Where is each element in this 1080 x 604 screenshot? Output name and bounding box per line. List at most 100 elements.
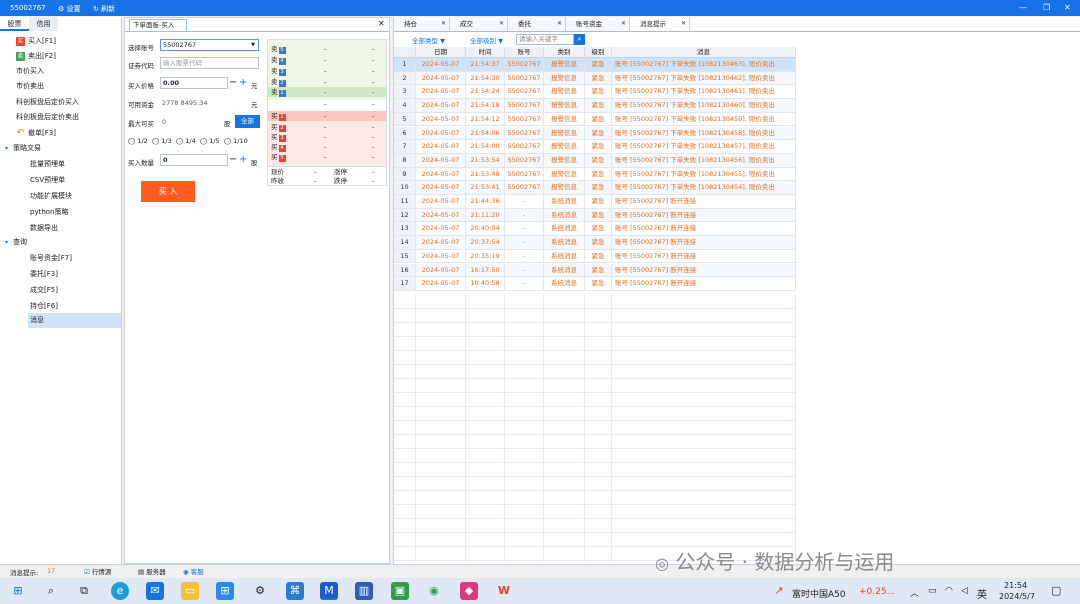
menu-python[interactable]: python策略 xyxy=(30,205,69,220)
menu-star-after-buy[interactable]: 科创板盘后定价买入 xyxy=(16,95,79,110)
tab-orders[interactable]: 委托 ✕ xyxy=(508,17,566,31)
col-header-category[interactable]: 类别 xyxy=(544,47,585,58)
col-header-account[interactable]: 账号 xyxy=(505,47,544,58)
group-strategy[interactable]: ▾ 策略交易 xyxy=(5,141,41,156)
cell-msg: 账号 [55002767] 断开连接 xyxy=(612,222,796,237)
fraction-third[interactable]: ◯ 1/3 xyxy=(152,137,172,145)
cell-no: 10 xyxy=(394,181,416,195)
qty-input[interactable]: 0 xyxy=(160,154,228,166)
chevron-up-icon[interactable]: ︿ xyxy=(910,586,919,599)
plus-icon[interactable]: + xyxy=(239,154,247,165)
service-button[interactable]: ◉ 客服 xyxy=(183,566,204,576)
menu-positions[interactable]: 持仓[F6] xyxy=(30,299,58,314)
fraction-tenth[interactable]: ◯ 1/10 xyxy=(224,137,248,145)
minus-icon[interactable]: − xyxy=(229,154,237,165)
menu-extensions[interactable]: 功能扩展模块 xyxy=(30,189,72,204)
fraction-quarter[interactable]: ◯ 1/4 xyxy=(176,137,196,145)
close-icon[interactable]: ✕ xyxy=(681,17,686,31)
menu-market-buy[interactable]: 市价买入 xyxy=(16,64,44,79)
clock-date[interactable]: 2024/5/7 xyxy=(999,592,1035,601)
col-header-level[interactable]: 级别 xyxy=(585,47,612,58)
tab-messages[interactable]: 消息提示 ✕ xyxy=(630,17,690,31)
video-app-icon[interactable]: ◆ xyxy=(460,582,478,600)
close-icon[interactable]: ✕ xyxy=(557,17,562,31)
col-header-date[interactable]: 日期 xyxy=(416,47,466,58)
plus-icon[interactable]: + xyxy=(239,77,247,88)
minus-icon[interactable]: − xyxy=(229,77,237,88)
settings-button[interactable]: ⚙ 设置 xyxy=(58,4,81,14)
menu-cancel[interactable]: ↶ 撤单[F3] xyxy=(16,126,56,141)
terminal-icon[interactable]: ▣ xyxy=(391,582,409,600)
cell-acct: 55002767 xyxy=(505,153,544,168)
menu-star-after-sell[interactable]: 科创板盘后定价卖出 xyxy=(16,110,79,125)
wifi-icon[interactable]: ◠ xyxy=(945,586,953,596)
close-icon[interactable]: ✕ xyxy=(499,17,504,31)
ime-indicator[interactable]: 英 xyxy=(977,586,987,601)
settings-gear-icon[interactable]: ⚙ xyxy=(251,582,269,600)
close-icon[interactable]: ✕ xyxy=(1064,3,1071,12)
wechat-icon: ◎ xyxy=(655,554,669,573)
fraction-half[interactable]: ◯ 1/2 xyxy=(128,137,148,145)
search-icon[interactable]: ⌕ xyxy=(574,34,585,45)
search-input[interactable]: 请输入关键字 xyxy=(516,34,574,45)
vscode-icon[interactable]: ⌘ xyxy=(286,582,304,600)
restore-icon[interactable]: ❐ xyxy=(1043,3,1050,12)
filter-level[interactable]: 全部级别 ▼ xyxy=(470,35,503,45)
quote-source-button[interactable]: ☑ 行情源 xyxy=(84,566,111,576)
price-input[interactable]: 0.00 xyxy=(160,77,228,89)
menu-buy[interactable]: 买买入[F1] xyxy=(16,34,56,49)
quote-mid: -- xyxy=(324,100,375,108)
code-input[interactable]: 输入股票代码 xyxy=(160,57,259,69)
windows-start-icon[interactable]: ⊞ xyxy=(9,582,27,600)
cell-msg: 账号 [55002767] 下单失败 [1082130458], 限价卖出 xyxy=(612,126,796,141)
tab-credit[interactable]: 信用 xyxy=(29,17,58,31)
notebook-icon[interactable]: ▥ xyxy=(355,582,373,600)
tab-stock[interactable]: 股票 xyxy=(0,17,29,31)
tab-positions[interactable]: 持仓 ✕ xyxy=(394,17,450,31)
menu-batch-order[interactable]: 批量预埋单 xyxy=(30,157,65,172)
cell-no: 5 xyxy=(394,112,416,127)
store-icon[interactable]: ⊞ xyxy=(216,582,234,600)
filter-type[interactable]: 全部类型 ▼ xyxy=(412,35,445,45)
tab-order-buy[interactable]: 下单面板-买入 xyxy=(129,19,187,31)
menu-trades[interactable]: 成交[F5] xyxy=(30,283,58,298)
menu-export[interactable]: 数据导出 xyxy=(30,221,58,236)
battery-icon[interactable]: ▭ xyxy=(928,586,937,596)
trading-app-icon[interactable]: M xyxy=(320,582,338,600)
menu-csv-order[interactable]: CSV预埋单 xyxy=(30,173,65,188)
cell-lvl: 紧急 xyxy=(585,249,612,264)
close-icon[interactable]: ✕ xyxy=(378,19,385,28)
clock-time[interactable]: 21:54 xyxy=(1004,581,1027,590)
volume-icon[interactable]: ◁ xyxy=(961,586,968,596)
minimize-icon[interactable]: — xyxy=(1019,3,1027,12)
quote-buy-5: 买5-- xyxy=(271,153,375,162)
account-select[interactable]: 55002767 ▼ xyxy=(160,39,259,51)
close-icon[interactable]: ✕ xyxy=(621,17,626,31)
task-view-icon[interactable]: ⧉ xyxy=(75,582,93,600)
cell-msg: 账号 [55002767] 下单失败 [1082130462], 限价卖出 xyxy=(612,71,796,86)
fraction-fifth[interactable]: ◯ 1/5 xyxy=(200,137,220,145)
server-button[interactable]: ▤ 服务器 xyxy=(138,566,166,576)
menu-messages[interactable]: 消息 xyxy=(28,313,121,328)
ticker-name[interactable]: 富时中国A50 xyxy=(792,587,846,600)
menu-market-sell[interactable]: 市价卖出 xyxy=(16,79,44,94)
notification-icon[interactable]: ▢ xyxy=(1051,584,1061,597)
menu-account-funds[interactable]: 账号资金[F7] xyxy=(30,251,72,266)
tab-trades[interactable]: 成交 ✕ xyxy=(450,17,508,31)
edge-browser-icon[interactable]: e xyxy=(111,582,129,600)
menu-orders[interactable]: 委托[F3] xyxy=(30,267,58,282)
wps-icon[interactable]: W xyxy=(495,582,513,600)
search-icon[interactable]: ⌕ xyxy=(42,582,60,600)
buy-button[interactable]: 买 入 xyxy=(141,181,195,202)
col-header-time[interactable]: 时间 xyxy=(466,47,505,58)
file-explorer-icon[interactable]: ▭ xyxy=(181,582,199,600)
group-query[interactable]: ▾ 查询 xyxy=(5,235,27,250)
menu-sell[interactable]: 卖卖出[F2] xyxy=(16,49,56,64)
tab-account-funds[interactable]: 账号资金 ✕ xyxy=(566,17,630,31)
col-header-message[interactable]: 消息 xyxy=(612,47,796,58)
refresh-button[interactable]: ↻ 刷新 xyxy=(93,4,115,14)
all-button[interactable]: 全部 xyxy=(235,115,260,128)
mail-icon[interactable]: ✉ xyxy=(146,582,164,600)
wechat-icon[interactable]: ◉ xyxy=(425,582,443,600)
close-icon[interactable]: ✕ xyxy=(441,17,446,31)
